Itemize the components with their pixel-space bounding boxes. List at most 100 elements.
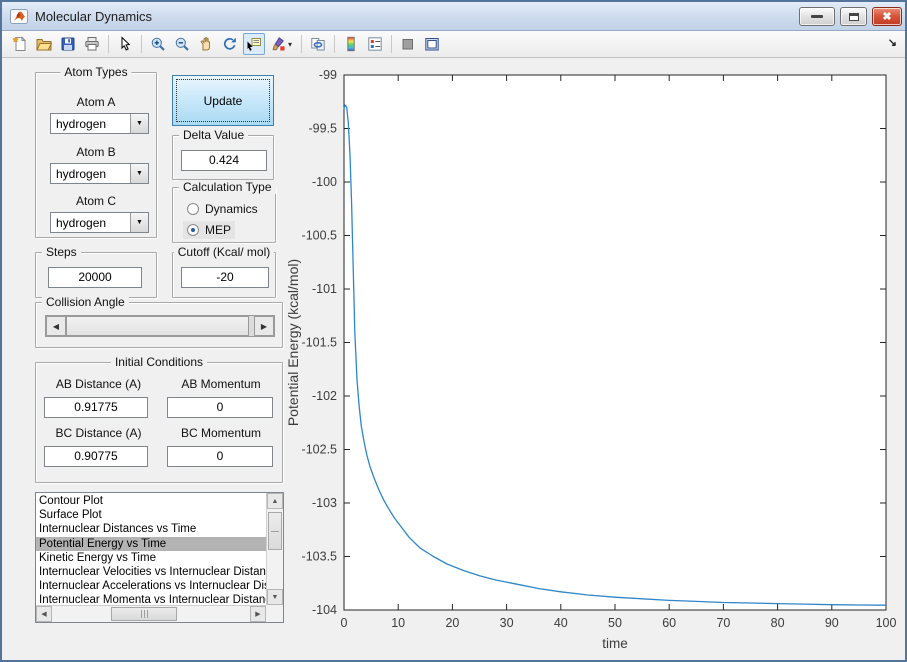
delta-value-field[interactable]: 0.424 bbox=[181, 150, 267, 171]
open-file-icon bbox=[36, 36, 52, 52]
matlab-logo-icon bbox=[10, 9, 28, 24]
y-tick-label: -103 bbox=[312, 496, 337, 510]
ab-distance-field[interactable]: 0.91775 bbox=[44, 397, 148, 418]
zoom-in-button[interactable] bbox=[147, 33, 169, 55]
x-tick-label: 70 bbox=[716, 616, 730, 630]
slider-thumb[interactable] bbox=[66, 316, 249, 336]
dock-figure-button[interactable] bbox=[421, 33, 443, 55]
close-button[interactable]: ✖ bbox=[872, 7, 902, 26]
open-file-button[interactable] bbox=[33, 33, 55, 55]
collision-angle-slider[interactable]: ◀ ▶ bbox=[45, 315, 275, 337]
rotate-3d-icon bbox=[222, 36, 238, 52]
x-tick-label: 50 bbox=[608, 616, 622, 630]
bc-momentum-field[interactable]: 0 bbox=[167, 446, 273, 467]
radio-icon[interactable] bbox=[187, 203, 199, 215]
update-button[interactable]: Update bbox=[172, 75, 274, 126]
close-icon: ✖ bbox=[882, 10, 891, 23]
bc-distance-field[interactable]: 0.90775 bbox=[44, 446, 148, 467]
atom-c-dropdown[interactable]: hydrogen ▼ bbox=[50, 212, 149, 233]
toolbar-overflow-arrow[interactable]: ↘ bbox=[888, 36, 897, 49]
x-tick-label: 40 bbox=[554, 616, 568, 630]
ab-momentum-field[interactable]: 0 bbox=[167, 397, 273, 418]
x-tick-label: 30 bbox=[500, 616, 514, 630]
chevron-down-icon[interactable]: ▼ bbox=[130, 213, 148, 232]
scroll-right-icon[interactable]: ▶ bbox=[250, 606, 266, 622]
list-item[interactable]: Contour Plot bbox=[36, 494, 266, 508]
legend-icon bbox=[367, 36, 383, 52]
list-item[interactable]: Internuclear Momenta vs Internuclear Dis… bbox=[36, 593, 266, 605]
minimize-button[interactable] bbox=[799, 7, 835, 26]
collision-angle-title: Collision Angle bbox=[42, 295, 129, 309]
scroll-down-icon[interactable]: ▼ bbox=[267, 589, 283, 605]
edit-arrow-button[interactable] bbox=[114, 33, 136, 55]
brush-dropdown-caret-icon[interactable]: ▾ bbox=[288, 40, 297, 49]
link-plot-button[interactable] bbox=[307, 33, 329, 55]
radio-dynamics[interactable]: Dynamics bbox=[183, 200, 262, 218]
pan-hand-button[interactable] bbox=[195, 33, 217, 55]
save-icon bbox=[60, 36, 76, 52]
scroll-up-icon[interactable]: ▲ bbox=[267, 493, 283, 509]
atom-b-dropdown[interactable]: hydrogen ▼ bbox=[50, 163, 149, 184]
legend-button[interactable] bbox=[364, 33, 386, 55]
chevron-down-icon[interactable]: ▼ bbox=[130, 164, 148, 183]
link-plot-icon bbox=[310, 36, 326, 52]
bc-distance-label: BC Distance (A) bbox=[36, 426, 161, 440]
calculation-type-panel: Calculation Type Dynamics MEP bbox=[172, 187, 276, 243]
slider-right-arrow-icon[interactable]: ▶ bbox=[254, 316, 274, 336]
titlebar[interactable]: Molecular Dynamics ✖ bbox=[2, 2, 905, 31]
x-tick-label: 10 bbox=[391, 616, 405, 630]
steps-title: Steps bbox=[42, 245, 81, 259]
radio-icon[interactable] bbox=[187, 224, 199, 236]
data-cursor-button[interactable] bbox=[243, 33, 265, 55]
list-item[interactable]: Kinetic Energy vs Time bbox=[36, 551, 266, 565]
bc-momentum-label: BC Momentum bbox=[161, 426, 281, 440]
cutoff-panel: Cutoff (Kcal/ mol) -20 bbox=[172, 252, 276, 298]
y-tick-label: -102.5 bbox=[302, 443, 337, 457]
colorbar-button[interactable] bbox=[340, 33, 362, 55]
scroll-left-icon[interactable]: ◀ bbox=[36, 606, 52, 622]
slider-left-arrow-icon[interactable]: ◀ bbox=[46, 316, 66, 336]
list-item[interactable]: Potential Energy vs Time bbox=[36, 537, 266, 551]
rotate-3d-button[interactable] bbox=[219, 33, 241, 55]
x-tick-label: 20 bbox=[445, 616, 459, 630]
hide-plot-tools-icon bbox=[400, 36, 416, 52]
steps-field[interactable]: 20000 bbox=[48, 267, 142, 288]
cutoff-field[interactable]: -20 bbox=[181, 267, 269, 288]
cutoff-title: Cutoff (Kcal/ mol) bbox=[174, 245, 274, 259]
list-item[interactable]: Internuclear Accelerations vs Internucle… bbox=[36, 579, 266, 593]
atom-c-label: Atom C bbox=[36, 194, 156, 208]
x-tick-label: 80 bbox=[771, 616, 785, 630]
window-title: Molecular Dynamics bbox=[35, 9, 152, 24]
hide-plot-tools-button[interactable] bbox=[397, 33, 419, 55]
radio-mep[interactable]: MEP bbox=[183, 221, 235, 239]
delta-value-panel: Delta Value 0.424 bbox=[172, 135, 274, 180]
vertical-scrollbar[interactable]: ▲ ▼ bbox=[266, 493, 283, 605]
list-item[interactable]: Internuclear Velocities vs Internuclear … bbox=[36, 565, 266, 579]
y-tick-label: -103.5 bbox=[302, 550, 337, 564]
save-button[interactable] bbox=[57, 33, 79, 55]
y-tick-label: -104 bbox=[312, 603, 337, 617]
vscroll-thumb[interactable] bbox=[268, 512, 282, 550]
x-tick-label: 100 bbox=[876, 616, 897, 630]
print-button[interactable] bbox=[81, 33, 103, 55]
plot-type-listbox[interactable]: Contour PlotSurface PlotInternuclear Dis… bbox=[35, 492, 284, 623]
horizontal-scrollbar[interactable]: ◀ ▶ bbox=[36, 605, 266, 622]
chevron-down-icon[interactable]: ▼ bbox=[130, 114, 148, 133]
maximize-button[interactable] bbox=[840, 7, 867, 26]
delta-value-title: Delta Value bbox=[179, 128, 248, 142]
ab-distance-label: AB Distance (A) bbox=[36, 377, 161, 391]
zoom-out-button[interactable] bbox=[171, 33, 193, 55]
atom-b-value: hydrogen bbox=[51, 167, 130, 181]
y-axis-label: Potential Energy (kcal/mol) bbox=[285, 259, 301, 426]
minimize-icon bbox=[811, 15, 823, 18]
zoom-in-icon bbox=[150, 36, 166, 52]
list-item[interactable]: Internuclear Distances vs Time bbox=[36, 522, 266, 536]
app-window: Molecular Dynamics ✖ ↘ ▾ 010203040506070… bbox=[0, 0, 907, 662]
atom-a-dropdown[interactable]: hydrogen ▼ bbox=[50, 113, 149, 134]
steps-panel: Steps 20000 bbox=[35, 252, 157, 298]
new-document-button[interactable] bbox=[9, 33, 31, 55]
brush-button[interactable] bbox=[267, 33, 289, 55]
hscroll-thumb[interactable] bbox=[111, 607, 177, 621]
list-item[interactable]: Surface Plot bbox=[36, 508, 266, 522]
figure-toolbar: ↘ ▾ bbox=[2, 31, 905, 58]
